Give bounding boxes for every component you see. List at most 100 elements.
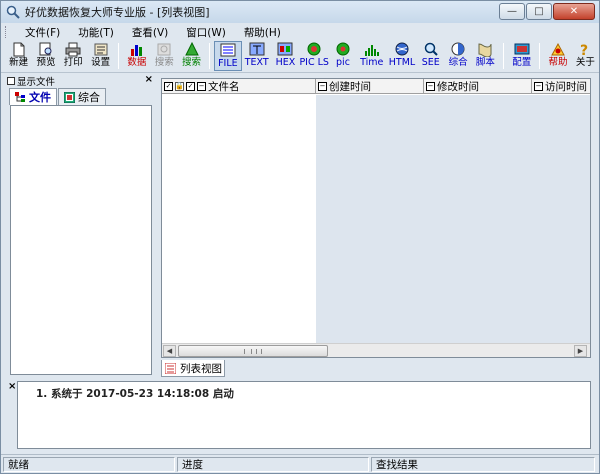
column-filename[interactable]: ✓ 🔒 ✓ − 文件名: [162, 79, 316, 94]
config-button[interactable]: 配置: [508, 41, 535, 71]
new-file-icon: [13, 42, 25, 57]
maximize-button[interactable]: □: [526, 3, 552, 20]
menu-view[interactable]: 查看(V): [123, 25, 177, 40]
list-view-icon: [165, 362, 176, 374]
picture-icon: [336, 42, 350, 56]
svg-text:?: ?: [580, 43, 588, 57]
composite-tab-icon: [64, 91, 75, 103]
menu-bar: 文件(F) 功能(T) 查看(V) 窗口(W) 帮助(H): [1, 23, 599, 41]
about-button[interactable]: ? 关于: [572, 41, 599, 71]
app-window: 好优数据恢复大师专业版 - [列表视图] — □ ✕ 文件(F) 功能(T) 查…: [0, 0, 600, 474]
html-globe-icon: [395, 42, 409, 56]
menu-function[interactable]: 功能(T): [69, 25, 123, 40]
panel-title: 显示文件: [17, 77, 56, 88]
help-icon: [551, 42, 565, 56]
toolbar-separator: [209, 43, 211, 69]
app-magnifier-icon: [6, 5, 20, 19]
window-controls: — □ ✕: [498, 3, 595, 20]
horizontal-scrollbar[interactable]: ◀ ▶: [162, 343, 590, 357]
toolbar-separator: [503, 43, 505, 69]
text-mode-button[interactable]: TEXT: [242, 41, 272, 71]
see-button[interactable]: SEE: [417, 41, 444, 71]
data-button[interactable]: 数据: [123, 41, 150, 71]
column-toggle-icon: −: [197, 82, 206, 91]
status-search-results: 查找结果: [371, 456, 595, 472]
window-title: 好优数据恢复大师专业版 - [列表视图]: [25, 6, 210, 19]
help-button[interactable]: 帮助: [544, 41, 571, 71]
column-toggle-icon: −: [426, 82, 435, 91]
html-button[interactable]: HTML: [387, 41, 417, 71]
menu-file[interactable]: 文件(F): [16, 25, 69, 40]
scroll-thumb[interactable]: [178, 345, 328, 357]
status-bar: 就绪 进度 查找结果: [1, 454, 599, 473]
text-mode-icon: [249, 42, 265, 56]
log-close-button[interactable]: ×: [8, 381, 16, 392]
file-mode-button[interactable]: FILE: [214, 41, 242, 71]
column-modified[interactable]: − 修改时间: [424, 79, 532, 94]
log-line: 1. 系统于 2017-05-23 14:18:08 启动: [36, 388, 234, 400]
tab-file[interactable]: 文件: [9, 88, 57, 105]
minimize-button[interactable]: —: [499, 3, 525, 20]
scroll-grip-icon: [244, 349, 262, 354]
log-output[interactable]: 1. 系统于 2017-05-23 14:18:08 启动: [17, 381, 591, 449]
list-body-left[interactable]: [162, 95, 316, 343]
file-display-panel: 显示文件 × 文件 综合: [7, 74, 155, 376]
toolbar: 新建 预览 打印 设置 数据 搜索 搜索 FILE TEXT HEX PIC L…: [1, 41, 599, 73]
picture-button[interactable]: pic: [329, 41, 356, 71]
new-button[interactable]: 新建: [5, 41, 32, 71]
title-bar[interactable]: 好优数据恢复大师专业版 - [列表视图] — □ ✕: [1, 1, 599, 23]
menu-help[interactable]: 帮助(H): [235, 25, 290, 40]
search-tree-icon: [184, 42, 199, 56]
data-chart-icon: [130, 45, 142, 56]
menu-grip[interactable]: [5, 26, 8, 38]
close-button[interactable]: ✕: [553, 3, 595, 20]
script-icon: [478, 43, 492, 57]
search-button[interactable]: 搜索: [178, 41, 205, 71]
picture-list-icon: [307, 42, 321, 56]
composite-icon: [451, 42, 465, 56]
print-icon: [65, 42, 81, 57]
about-icon: ?: [580, 43, 588, 57]
search-disabled-button[interactable]: 搜索: [151, 41, 178, 71]
status-ready: 就绪: [3, 456, 175, 472]
file-mode-icon: [220, 43, 236, 57]
time-button[interactable]: Time: [357, 41, 387, 71]
preview-button[interactable]: 预览: [32, 41, 59, 71]
composite-button[interactable]: 综合: [444, 41, 471, 71]
search-disabled-icon: [157, 43, 171, 56]
hex-mode-button[interactable]: HEX: [272, 41, 299, 71]
panel-tabs: 文件 综合: [9, 88, 107, 105]
column-toggle-icon: −: [534, 82, 543, 91]
file-tree[interactable]: [10, 105, 152, 375]
time-chart-icon: [364, 45, 379, 56]
scroll-left-icon[interactable]: ◀: [163, 345, 176, 357]
settings-icon: [94, 43, 108, 56]
file-tree-icon: [15, 91, 25, 102]
settings-button[interactable]: 设置: [87, 41, 114, 71]
tab-list-view[interactable]: 列表视图: [161, 360, 225, 377]
file-list-view[interactable]: ✓ 🔒 ✓ − 文件名 − 创建时间 − 修改时间 − 访问时间 ◀ ▶: [161, 78, 591, 358]
column-created[interactable]: − 创建时间: [316, 79, 424, 94]
toolbar-separator: [539, 43, 541, 69]
log-panel: × 1. 系统于 2017-05-23 14:18:08 启动: [7, 379, 593, 451]
see-magnifier-icon: [424, 42, 438, 56]
panel-close-button[interactable]: ×: [145, 74, 153, 85]
check-column-checkbox[interactable]: ✓: [186, 82, 195, 91]
status-progress: 进度: [177, 456, 369, 472]
lock-icon: 🔒: [175, 82, 184, 91]
menu-window[interactable]: 窗口(W): [177, 25, 235, 40]
panel-checkbox[interactable]: [7, 77, 15, 85]
script-button[interactable]: 脚本: [472, 41, 499, 71]
hex-mode-icon: [277, 42, 293, 56]
config-icon: [514, 43, 530, 55]
column-accessed[interactable]: − 访问时间: [532, 79, 590, 94]
toolbar-separator: [118, 43, 120, 69]
scroll-right-icon[interactable]: ▶: [574, 345, 587, 357]
select-all-checkbox[interactable]: ✓: [164, 82, 173, 91]
panel-header: 显示文件 ×: [7, 74, 155, 88]
tab-composite[interactable]: 综合: [58, 88, 106, 105]
list-body-right[interactable]: [316, 95, 590, 343]
column-toggle-icon: −: [318, 82, 327, 91]
print-button[interactable]: 打印: [60, 41, 87, 71]
picture-list-button[interactable]: PIC LS: [299, 41, 329, 71]
